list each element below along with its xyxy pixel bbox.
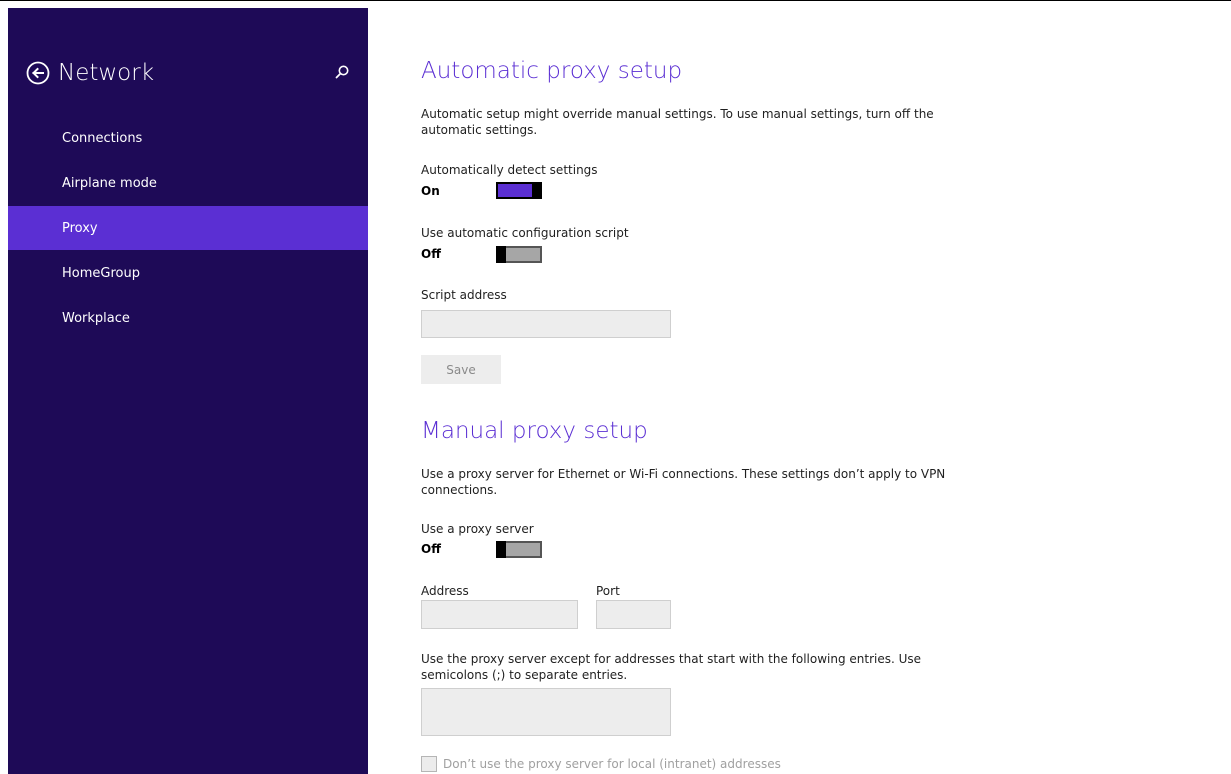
- sidebar-item-label: Connections: [62, 130, 143, 146]
- script-address-input[interactable]: [421, 310, 671, 338]
- sidebar-item-proxy[interactable]: Proxy: [8, 206, 368, 250]
- local-addresses-checkbox-label[interactable]: Don’t use the proxy server for local (in…: [443, 757, 781, 771]
- sidebar-item-workplace[interactable]: Workplace: [8, 296, 368, 340]
- port-label: Port: [596, 584, 620, 598]
- back-arrow-icon[interactable]: [26, 61, 50, 85]
- manual-proxy-description: Use a proxy server for Ethernet or Wi-Fi…: [421, 467, 946, 497]
- detect-settings-state: On: [421, 184, 440, 198]
- sidebar-header: Network: [26, 58, 154, 88]
- manual-proxy-heading: Manual proxy setup: [421, 418, 648, 444]
- automatic-proxy-heading: Automatic proxy setup: [421, 58, 683, 84]
- config-script-label: Use automatic configuration script: [421, 226, 629, 240]
- proxy-settings-screen: Network Connections Airplane mode Proxy …: [0, 0, 1231, 774]
- address-label: Address: [421, 584, 469, 598]
- toggle-knob: [496, 246, 506, 263]
- automatic-proxy-description: Automatic setup might override manual se…: [421, 107, 934, 137]
- use-proxy-toggle[interactable]: [496, 541, 542, 558]
- use-proxy-state: Off: [421, 542, 441, 556]
- sidebar-item-homegroup[interactable]: HomeGroup: [8, 251, 368, 295]
- config-script-toggle[interactable]: [496, 246, 542, 263]
- sidebar-item-label: HomeGroup: [62, 265, 140, 281]
- sidebar-item-connections[interactable]: Connections: [8, 116, 368, 160]
- sidebar-item-label: Airplane mode: [62, 175, 157, 191]
- sidebar-title: Network: [58, 60, 155, 86]
- toggle-knob: [532, 182, 542, 199]
- proxy-port-input[interactable]: [596, 600, 671, 629]
- detect-settings-label: Automatically detect settings: [421, 163, 598, 177]
- config-script-state: Off: [421, 247, 441, 261]
- search-icon[interactable]: [334, 64, 350, 80]
- sidebar: Network Connections Airplane mode Proxy …: [8, 8, 368, 774]
- local-addresses-checkbox[interactable]: [421, 756, 437, 772]
- sidebar-item-label: Proxy: [62, 220, 98, 236]
- sidebar-item-airplane-mode[interactable]: Airplane mode: [8, 161, 368, 205]
- save-button[interactable]: Save: [421, 355, 501, 384]
- exceptions-description: Use the proxy server except for addresse…: [421, 652, 922, 682]
- toggle-knob: [496, 541, 506, 558]
- main-content: Automatic proxy setup Automatic setup mi…: [421, 0, 1221, 774]
- use-proxy-label: Use a proxy server: [421, 522, 534, 536]
- proxy-address-input[interactable]: [421, 600, 578, 629]
- exceptions-input[interactable]: [421, 688, 671, 736]
- detect-settings-toggle[interactable]: [496, 182, 542, 199]
- sidebar-item-label: Workplace: [62, 310, 130, 326]
- script-address-label: Script address: [421, 288, 507, 302]
